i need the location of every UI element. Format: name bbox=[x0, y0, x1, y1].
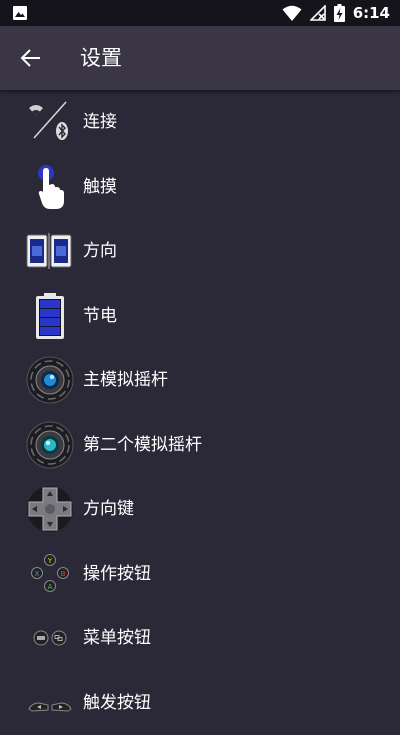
svg-text:A: A bbox=[48, 583, 53, 591]
settings-item-power-saving[interactable]: 节电 bbox=[0, 284, 400, 349]
settings-item-connection[interactable]: 连接 bbox=[0, 90, 400, 155]
settings-item-label: 节电 bbox=[83, 304, 117, 328]
page-title: 设置 bbox=[80, 44, 122, 72]
battery-charging-icon bbox=[334, 4, 345, 22]
touch-hand-icon bbox=[26, 163, 74, 211]
battery-saver-icon bbox=[26, 292, 74, 340]
settings-item-trigger-buttons[interactable]: 触发按钮 bbox=[0, 671, 400, 735]
svg-text:X: X bbox=[35, 570, 40, 578]
settings-item-main-analog-stick[interactable]: 主模拟摇杆 bbox=[0, 348, 400, 413]
second-analog-stick-icon bbox=[26, 421, 74, 469]
settings-list: 连接 触摸 方向 bbox=[0, 90, 400, 735]
wifi-icon bbox=[282, 4, 302, 22]
wifi-bluetooth-icon bbox=[26, 98, 74, 146]
settings-item-label: 触摸 bbox=[83, 175, 117, 199]
svg-text:Y: Y bbox=[47, 557, 53, 565]
settings-item-action-buttons[interactable]: Y X B A 操作按钮 bbox=[0, 542, 400, 607]
action-buttons-icon: Y X B A bbox=[26, 550, 74, 598]
analog-stick-icon bbox=[26, 356, 74, 404]
settings-item-label: 方向键 bbox=[83, 497, 134, 521]
settings-item-menu-buttons[interactable]: 菜单按钮 bbox=[0, 606, 400, 671]
status-bar: 6:14 bbox=[0, 0, 400, 26]
settings-item-touch[interactable]: 触摸 bbox=[0, 155, 400, 220]
phone-orientation-icon bbox=[26, 227, 74, 275]
settings-item-label: 菜单按钮 bbox=[83, 626, 151, 650]
settings-item-label: 第二个模拟摇杆 bbox=[83, 433, 202, 457]
settings-item-second-analog-stick[interactable]: 第二个模拟摇杆 bbox=[0, 413, 400, 478]
dpad-icon bbox=[26, 485, 74, 533]
trigger-buttons-icon bbox=[26, 679, 74, 727]
menu-buttons-icon bbox=[26, 614, 74, 662]
image-notification-icon bbox=[12, 5, 28, 25]
settings-item-orientation[interactable]: 方向 bbox=[0, 219, 400, 284]
settings-item-label: 方向 bbox=[83, 239, 117, 263]
settings-item-label: 操作按钮 bbox=[83, 562, 151, 586]
no-signal-icon bbox=[310, 5, 326, 21]
settings-item-label: 连接 bbox=[83, 110, 117, 134]
settings-item-dpad[interactable]: 方向键 bbox=[0, 477, 400, 542]
arrow-left-icon bbox=[16, 44, 46, 72]
settings-item-label: 主模拟摇杆 bbox=[83, 368, 168, 392]
status-time: 6:14 bbox=[353, 3, 390, 23]
app-bar: 设置 bbox=[0, 26, 400, 90]
back-button[interactable] bbox=[16, 44, 46, 72]
svg-text:B: B bbox=[61, 570, 66, 578]
